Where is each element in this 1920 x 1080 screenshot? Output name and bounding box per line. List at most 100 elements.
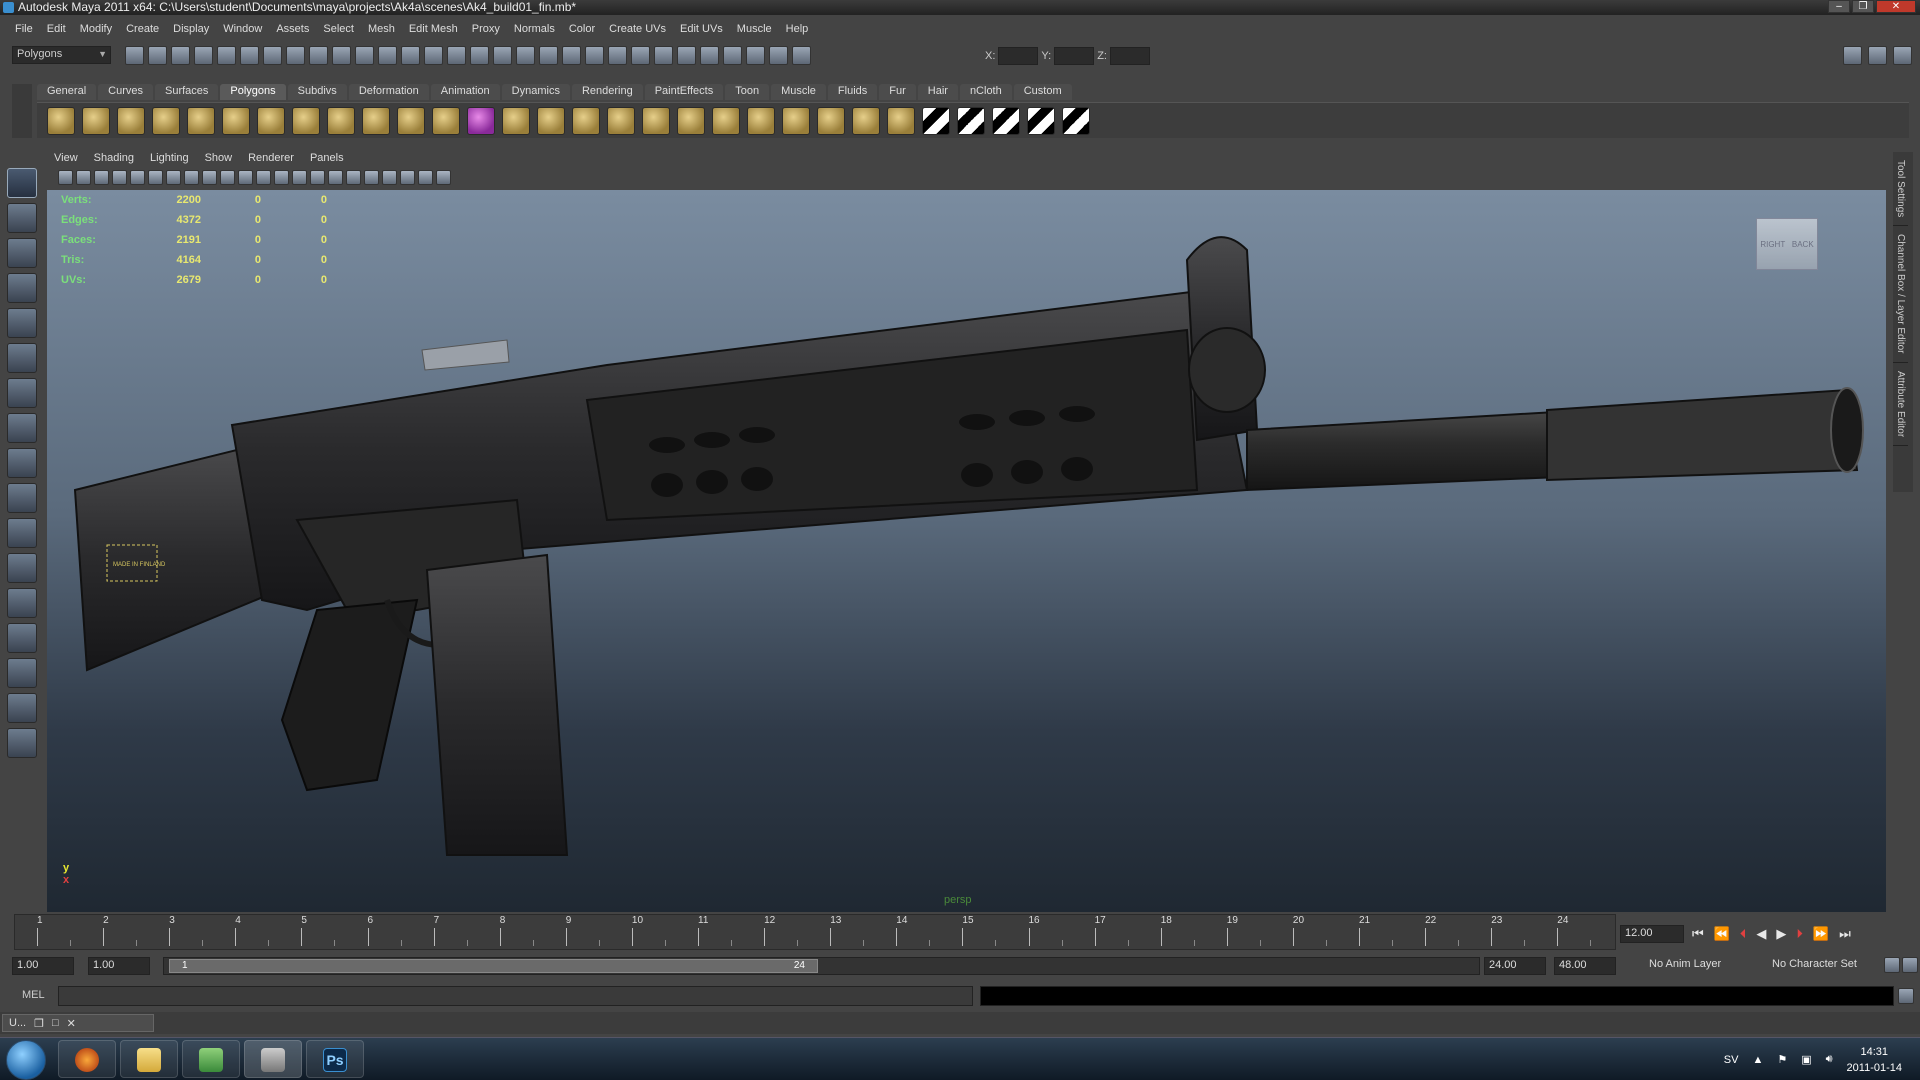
close-button[interactable]: ✕: [1876, 0, 1916, 13]
step-back-key-button[interactable]: ⏪: [1714, 926, 1730, 941]
menu-window[interactable]: Window: [216, 20, 269, 40]
current-frame-field[interactable]: 12.00: [1620, 925, 1684, 943]
attribute-editor-toggle-icon[interactable]: [1843, 46, 1862, 65]
persp-graph-layout-icon[interactable]: [7, 623, 37, 653]
poly-sphere-icon[interactable]: [47, 107, 75, 135]
wireframe-on-shaded-icon[interactable]: [292, 170, 307, 185]
high-quality-icon[interactable]: [364, 170, 379, 185]
poly-cylinder-icon[interactable]: [117, 107, 145, 135]
language-indicator[interactable]: SV: [1724, 1054, 1739, 1066]
viewcube[interactable]: RIGHT BACK: [1756, 218, 1818, 270]
x-field[interactable]: [998, 47, 1039, 65]
flag-icon[interactable]: ⚑: [1777, 1053, 1787, 1066]
render-frame-icon[interactable]: [723, 46, 742, 65]
menu-muscle[interactable]: Muscle: [730, 20, 779, 40]
input-box-icon[interactable]: [792, 46, 811, 65]
play-forwards-button[interactable]: ▶: [1776, 926, 1786, 941]
playback-start-field[interactable]: 1.00: [88, 957, 150, 975]
shelf-tab-ncloth[interactable]: nCloth: [959, 84, 1012, 100]
film-gate-icon[interactable]: [148, 170, 163, 185]
select-component-icon[interactable]: [240, 46, 259, 65]
menu-edit-uvs[interactable]: Edit UVs: [673, 20, 730, 40]
poly-pipe-icon[interactable]: [292, 107, 320, 135]
select-handles-icon[interactable]: [286, 46, 305, 65]
combine-icon[interactable]: [362, 107, 390, 135]
mel-command-input[interactable]: [58, 986, 973, 1006]
render-settings-icon[interactable]: [769, 46, 788, 65]
rotate-tool-icon[interactable]: [7, 308, 37, 338]
menu-create[interactable]: Create: [119, 20, 166, 40]
separate-icon[interactable]: [397, 107, 425, 135]
menu-edit-mesh[interactable]: Edit Mesh: [402, 20, 465, 40]
smooth-shade-icon[interactable]: [274, 170, 289, 185]
select-surfaces-icon[interactable]: [355, 46, 374, 65]
menu-color[interactable]: Color: [562, 20, 602, 40]
isolate-select-icon[interactable]: [382, 170, 397, 185]
extract-icon[interactable]: [852, 107, 880, 135]
use-all-lights-icon[interactable]: [328, 170, 343, 185]
poly-pyramid-icon[interactable]: [257, 107, 285, 135]
restore-icon[interactable]: ❐: [34, 1017, 44, 1030]
panel-menu-view[interactable]: View: [47, 152, 85, 168]
menu-file[interactable]: File: [8, 20, 40, 40]
universal-manipulator-icon[interactable]: [7, 378, 37, 408]
select-tool-icon[interactable]: [7, 168, 37, 198]
output-ops-icon[interactable]: [654, 46, 673, 65]
shelf-tab-subdivs[interactable]: Subdivs: [287, 84, 347, 100]
make-live-icon[interactable]: [608, 46, 627, 65]
menu-proxy[interactable]: Proxy: [465, 20, 507, 40]
panel-menu-renderer[interactable]: Renderer: [241, 152, 301, 168]
mel-label[interactable]: MEL: [22, 989, 45, 1001]
viewcube-back-face[interactable]: BACK: [1792, 240, 1814, 249]
bookmark-icon[interactable]: [94, 170, 109, 185]
safe-action-icon[interactable]: [220, 170, 235, 185]
step-back-frame-button[interactable]: ⏴: [1740, 926, 1747, 941]
tool-settings-toggle-icon[interactable]: [1868, 46, 1887, 65]
shelf-tab-dynamics[interactable]: Dynamics: [501, 84, 570, 100]
shelf-tab-fluids[interactable]: Fluids: [827, 84, 878, 100]
safe-title-icon[interactable]: [238, 170, 253, 185]
shelf-tab-rendering[interactable]: Rendering: [571, 84, 643, 100]
lasso-tool-icon[interactable]: [7, 203, 37, 233]
menu-edit[interactable]: Edit: [40, 20, 73, 40]
shelf-tab-painteffects[interactable]: PaintEffects: [644, 84, 724, 100]
snap-curve-icon[interactable]: [539, 46, 558, 65]
maximize-button[interactable]: ❐: [1852, 0, 1874, 13]
four-view-layout-icon[interactable]: [7, 553, 37, 583]
offset-edge-loop-icon[interactable]: [677, 107, 705, 135]
shelf-tab-toon[interactable]: Toon: [725, 84, 770, 100]
clock[interactable]: 14:31 2011-01-14: [1847, 1044, 1902, 1076]
step-forward-key-button[interactable]: ⏩: [1813, 926, 1829, 941]
camera-attributes-icon[interactable]: [76, 170, 91, 185]
maximize-icon[interactable]: □: [52, 1017, 59, 1029]
shelf-tab-hair[interactable]: Hair: [917, 84, 958, 100]
animation-end-field[interactable]: 48.00: [1554, 957, 1616, 975]
new-scene-icon[interactable]: [125, 46, 144, 65]
menu-help[interactable]: Help: [779, 20, 816, 40]
open-scene-icon[interactable]: [148, 46, 167, 65]
construction-history-icon[interactable]: [677, 46, 696, 65]
xray-icon[interactable]: [400, 170, 415, 185]
resolution-gate-icon[interactable]: [166, 170, 181, 185]
minimized-window[interactable]: U... ❐ □ ✕: [2, 1014, 154, 1032]
select-dynamics-icon[interactable]: [401, 46, 420, 65]
last-tool-icon[interactable]: [7, 483, 37, 513]
extrude-icon[interactable]: [502, 107, 530, 135]
volume-icon[interactable]: 🔊︎: [1826, 1053, 1833, 1066]
poly-cone-icon[interactable]: [152, 107, 180, 135]
move-tool-icon[interactable]: [7, 273, 37, 303]
menu-set-dropdown[interactable]: Polygons ▼: [12, 46, 111, 64]
select-curves-icon[interactable]: [332, 46, 351, 65]
highlight-selection-icon[interactable]: [493, 46, 512, 65]
character-set-dropdown[interactable]: No Character Set: [1768, 957, 1878, 975]
render-view-icon[interactable]: [700, 46, 719, 65]
smooth-icon[interactable]: [432, 107, 460, 135]
poly-cube-icon[interactable]: [82, 107, 110, 135]
shelf-tab-animation[interactable]: Animation: [430, 84, 500, 100]
start-button[interactable]: [6, 1040, 46, 1080]
append-polygon-icon[interactable]: [572, 107, 600, 135]
shelf-tab-muscle[interactable]: Muscle: [771, 84, 826, 100]
snap-point-icon[interactable]: [562, 46, 581, 65]
shelf-tab-fur[interactable]: Fur: [879, 84, 916, 100]
mirror-icon[interactable]: [887, 107, 915, 135]
